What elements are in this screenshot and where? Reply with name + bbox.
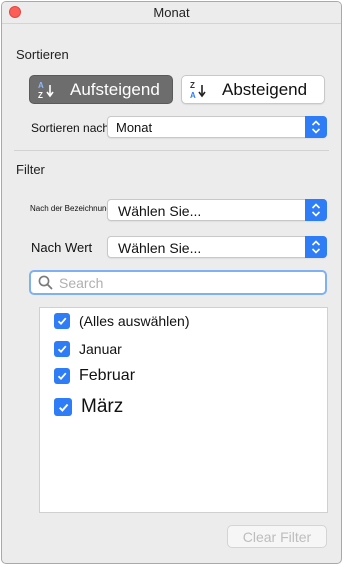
filter-by-label-select[interactable]: Wählen Sie...: [107, 199, 327, 221]
filter-by-label-label: Nach der Bezeichnung:: [30, 204, 114, 213]
checkbox-checked-icon[interactable]: [54, 341, 70, 357]
sort-descending-icon: Z A: [190, 81, 206, 100]
checkbox-checked-icon[interactable]: [54, 368, 70, 384]
svg-text:A: A: [190, 91, 196, 100]
search-icon: [38, 275, 53, 290]
clear-filter-button[interactable]: Clear Filter: [227, 525, 327, 548]
svg-text:Z: Z: [190, 81, 195, 90]
sort-descending-label: Absteigend: [222, 79, 308, 99]
list-item-label: Februar: [79, 367, 136, 384]
chevron-up-down-icon: [305, 116, 327, 138]
filter-window: Monat Sortieren A Z Aufsteigend Z A Abst…: [1, 1, 342, 564]
filter-by-label-value: Wählen Sie...: [118, 203, 202, 219]
checkbox-checked-icon[interactable]: [54, 313, 70, 329]
search-input[interactable]: [59, 274, 309, 292]
list-item-label: Januar: [79, 341, 122, 357]
list-item-label: März: [81, 396, 124, 417]
list-item-maerz[interactable]: März: [54, 396, 123, 418]
checkbox-checked-icon[interactable]: [54, 398, 72, 416]
svg-text:Z: Z: [38, 91, 43, 100]
search-field[interactable]: [29, 270, 327, 295]
sort-ascending-button[interactable]: A Z Aufsteigend: [29, 75, 173, 104]
list-item-januar[interactable]: Januar: [54, 341, 122, 357]
filter-by-value-value: Wählen Sie...: [118, 240, 202, 256]
list-item-februar[interactable]: Februar: [54, 367, 135, 385]
filter-values-list: (Alles auswählen) Januar Februar März: [39, 307, 328, 513]
filter-section-label: Filter: [16, 162, 45, 177]
sort-descending-button[interactable]: Z A Absteigend: [181, 75, 325, 104]
chevron-up-down-icon: [305, 199, 327, 221]
chevron-up-down-icon: [305, 236, 327, 258]
sort-by-value: Monat: [116, 120, 153, 135]
filter-by-value-select[interactable]: Wählen Sie...: [107, 236, 327, 258]
filter-by-value-label: Nach Wert: [31, 240, 93, 255]
sort-by-label: Sortieren nach:: [31, 121, 113, 135]
section-divider: [14, 150, 329, 151]
sort-section-label: Sortieren: [16, 47, 69, 62]
sort-ascending-icon: A Z: [38, 81, 54, 100]
svg-text:A: A: [38, 81, 44, 90]
window-title: Monat: [153, 5, 190, 20]
list-item-label: (Alles auswählen): [79, 313, 190, 329]
sort-ascending-label: Aufsteigend: [70, 79, 160, 99]
title-bar: Monat: [2, 2, 341, 24]
sort-by-select[interactable]: Monat: [107, 116, 327, 138]
list-item-select-all[interactable]: (Alles auswählen): [54, 313, 190, 329]
